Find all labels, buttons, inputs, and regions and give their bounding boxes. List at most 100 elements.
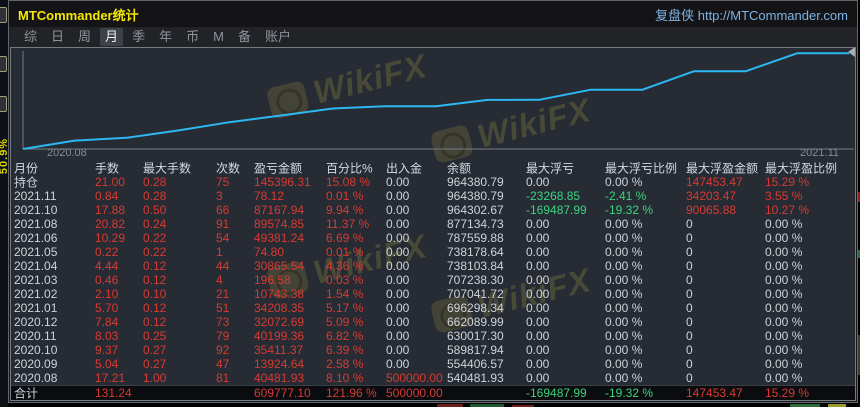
table-cell: 554406.57 xyxy=(447,357,504,371)
table-row[interactable]: 2020.12 7.84 0.12 73 32072.69 5.09 % 0.00 66208… xyxy=(11,315,855,329)
table-cell: -19.32 % xyxy=(605,203,654,217)
table-cell: 0.00 xyxy=(526,217,550,231)
column-header[interactable]: 最大浮亏比例 xyxy=(605,160,677,177)
title-bar[interactable]: MTCommander统计 复盘侠 http://MTCommander.com xyxy=(9,1,857,27)
table-cell: 73 xyxy=(216,315,230,329)
table-cell: 2021.05 xyxy=(14,245,58,259)
table-cell: 21.00 xyxy=(95,175,126,189)
table-cell: 74.80 xyxy=(254,245,285,259)
column-header[interactable]: 次数 xyxy=(216,160,240,177)
table-cell: 707238.30 xyxy=(447,273,504,287)
table-cell: 2.58 % xyxy=(326,357,364,371)
table-row[interactable]: 2021.08 20.82 0.24 91 89574.85 11.37 % 0.00 877… xyxy=(11,217,855,231)
table-cell: 79 xyxy=(216,329,230,343)
table-cell: -169487.99 xyxy=(526,203,587,217)
table-cell: 1.00 xyxy=(143,371,167,385)
table-cell: 500000.00 xyxy=(386,371,443,385)
table-cell: 32072.69 xyxy=(254,315,305,329)
table-cell: 0.28 xyxy=(143,175,167,189)
column-header[interactable]: 盈亏金额 xyxy=(254,160,302,177)
table-cell: 89574.85 xyxy=(254,217,305,231)
table-cell: 0.00 % xyxy=(605,245,643,259)
menu-item-9[interactable]: 账户 xyxy=(260,28,296,46)
table-cell: 0 xyxy=(686,343,693,357)
table-row[interactable]: 2020.08 17.21 1.00 81 40481.93 8.10 % 500000.0… xyxy=(11,371,855,385)
brand-link[interactable]: 复盘侠 http://MTCommander.com xyxy=(655,5,848,24)
table-cell: 3 xyxy=(216,189,223,203)
table-cell: 0.22 xyxy=(143,245,167,259)
table-row[interactable]: 2021.04 4.44 0.12 44 30865.54 4.36 % 0.00 73810… xyxy=(11,259,855,273)
menu-item-0[interactable]: 综 xyxy=(19,28,42,46)
table-cell: 0.27 xyxy=(143,357,167,371)
table-cell: 0.12 xyxy=(143,273,167,287)
table-cell: 4.44 xyxy=(95,259,119,273)
table-cell: 0.28 xyxy=(143,189,167,203)
equity-chart[interactable]: 2020.08 2021.11 xyxy=(11,48,855,161)
table-cell: 0 xyxy=(686,273,693,287)
table-cell: 2021.10 xyxy=(14,203,58,217)
column-header[interactable]: 最大浮亏 xyxy=(526,160,574,177)
table-cell: 0.00 % xyxy=(605,175,643,189)
background-toolbar-icon xyxy=(0,56,7,72)
table-row[interactable]: 2021.11 0.84 0.28 3 78.12 0.01 % 0.00 964380.79… xyxy=(11,189,855,203)
table-row[interactable]: 2021.01 5.70 0.12 51 34208.35 5.17 % 0.00 69629… xyxy=(11,301,855,315)
background-toolbar-icon xyxy=(0,7,7,23)
table-cell: 66 xyxy=(216,203,230,217)
table-cell: 0.50 xyxy=(143,203,167,217)
table-cell: 6.39 % xyxy=(326,343,364,357)
table-cell: 51 xyxy=(216,301,230,315)
column-header[interactable]: 最大浮盈金额 xyxy=(686,160,758,177)
window-title: MTCommander统计 xyxy=(18,7,139,23)
table-row[interactable]: 2021.02 2.10 0.10 21 10743.38 1.54 % 0.00 70704… xyxy=(11,287,855,301)
table-cell: 0.00 % xyxy=(605,329,643,343)
equity-chart-canvas xyxy=(22,51,854,150)
column-header[interactable]: 百分比% xyxy=(326,160,373,177)
table-row[interactable]: 2020.09 5.04 0.27 47 13924.64 2.58 % 0.00 55440… xyxy=(11,357,855,371)
table-cell: 145396.31 xyxy=(254,175,311,189)
column-header[interactable]: 余额 xyxy=(447,160,471,177)
table-cell: 696298.34 xyxy=(447,301,504,315)
table-cell: 0.00 xyxy=(526,329,550,343)
table-cell: 738103.84 xyxy=(447,259,504,273)
menu-item-8[interactable]: 备 xyxy=(233,28,256,46)
table-row[interactable]: 2020.10 9.37 0.27 92 35411.37 6.39 % 0.00 58981… xyxy=(11,343,855,357)
column-header[interactable]: 手数 xyxy=(95,160,119,177)
menu-item-2[interactable]: 周 xyxy=(73,28,96,46)
table-cell: 13924.64 xyxy=(254,357,305,371)
table-cell: 0.00 xyxy=(386,329,410,343)
table-cell: 0.03 % xyxy=(326,273,364,287)
table-cell: -169487.99 xyxy=(526,386,587,400)
table-cell: 2021.11 xyxy=(14,189,57,203)
menu-item-7[interactable]: M xyxy=(208,28,229,46)
table-row[interactable]: 2021.10 17.88 0.50 66 87167.94 9.94 % 0.00 9643… xyxy=(11,203,855,217)
menu-item-1[interactable]: 日 xyxy=(46,28,69,46)
table-cell: 0.01 % xyxy=(326,189,364,203)
menu-item-6[interactable]: 币 xyxy=(181,28,204,46)
table-row[interactable]: 持仓 21.00 0.28 75 145396.31 15.08 % 0.00 964380.… xyxy=(11,175,855,190)
table-cell: 0.00 % xyxy=(765,315,803,329)
background-toolbar-icon xyxy=(0,96,7,112)
table-cell: 707041.72 xyxy=(447,287,504,301)
table-row[interactable]: 2021.03 0.46 0.12 4 196.58 0.03 % 0.00 707238.3… xyxy=(11,273,855,287)
table-cell: 0.00 % xyxy=(765,245,803,259)
table-cell: 2020.10 xyxy=(14,343,58,357)
column-header[interactable]: 出入金 xyxy=(386,160,422,177)
table-cell: 0 xyxy=(686,301,693,315)
menu-item-4[interactable]: 季 xyxy=(127,28,150,46)
column-header[interactable]: 最大手数 xyxy=(143,160,191,177)
table-row[interactable]: 2020.11 8.03 0.25 79 40199.36 6.82 % 0.00 63001… xyxy=(11,329,855,343)
table-cell: 5.04 xyxy=(95,357,119,371)
table-total-row[interactable]: 合计 131.24 609777.10 121.96 % 500000.00 -16948… xyxy=(11,385,855,400)
table-cell: 0.00 % xyxy=(765,357,803,371)
table-cell: 0.00 % xyxy=(765,343,803,357)
menu-item-5[interactable]: 年 xyxy=(154,28,177,46)
table-cell: 0.25 xyxy=(143,329,167,343)
menu-item-3[interactable]: 月 xyxy=(100,28,124,46)
column-header[interactable]: 最大浮盈比例 xyxy=(765,160,837,177)
table-cell: 15.08 % xyxy=(326,175,371,189)
table-cell: -19.32 % xyxy=(605,386,654,400)
table-row[interactable]: 2021.06 10.29 0.22 54 49381.24 6.69 % 0.00 7875… xyxy=(11,231,855,245)
table-row[interactable]: 2021.05 0.22 0.22 1 74.80 0.01 % 0.00 738178.64… xyxy=(11,245,855,259)
table-cell: 10743.38 xyxy=(254,287,305,301)
table-cell: 78.12 xyxy=(254,189,285,203)
